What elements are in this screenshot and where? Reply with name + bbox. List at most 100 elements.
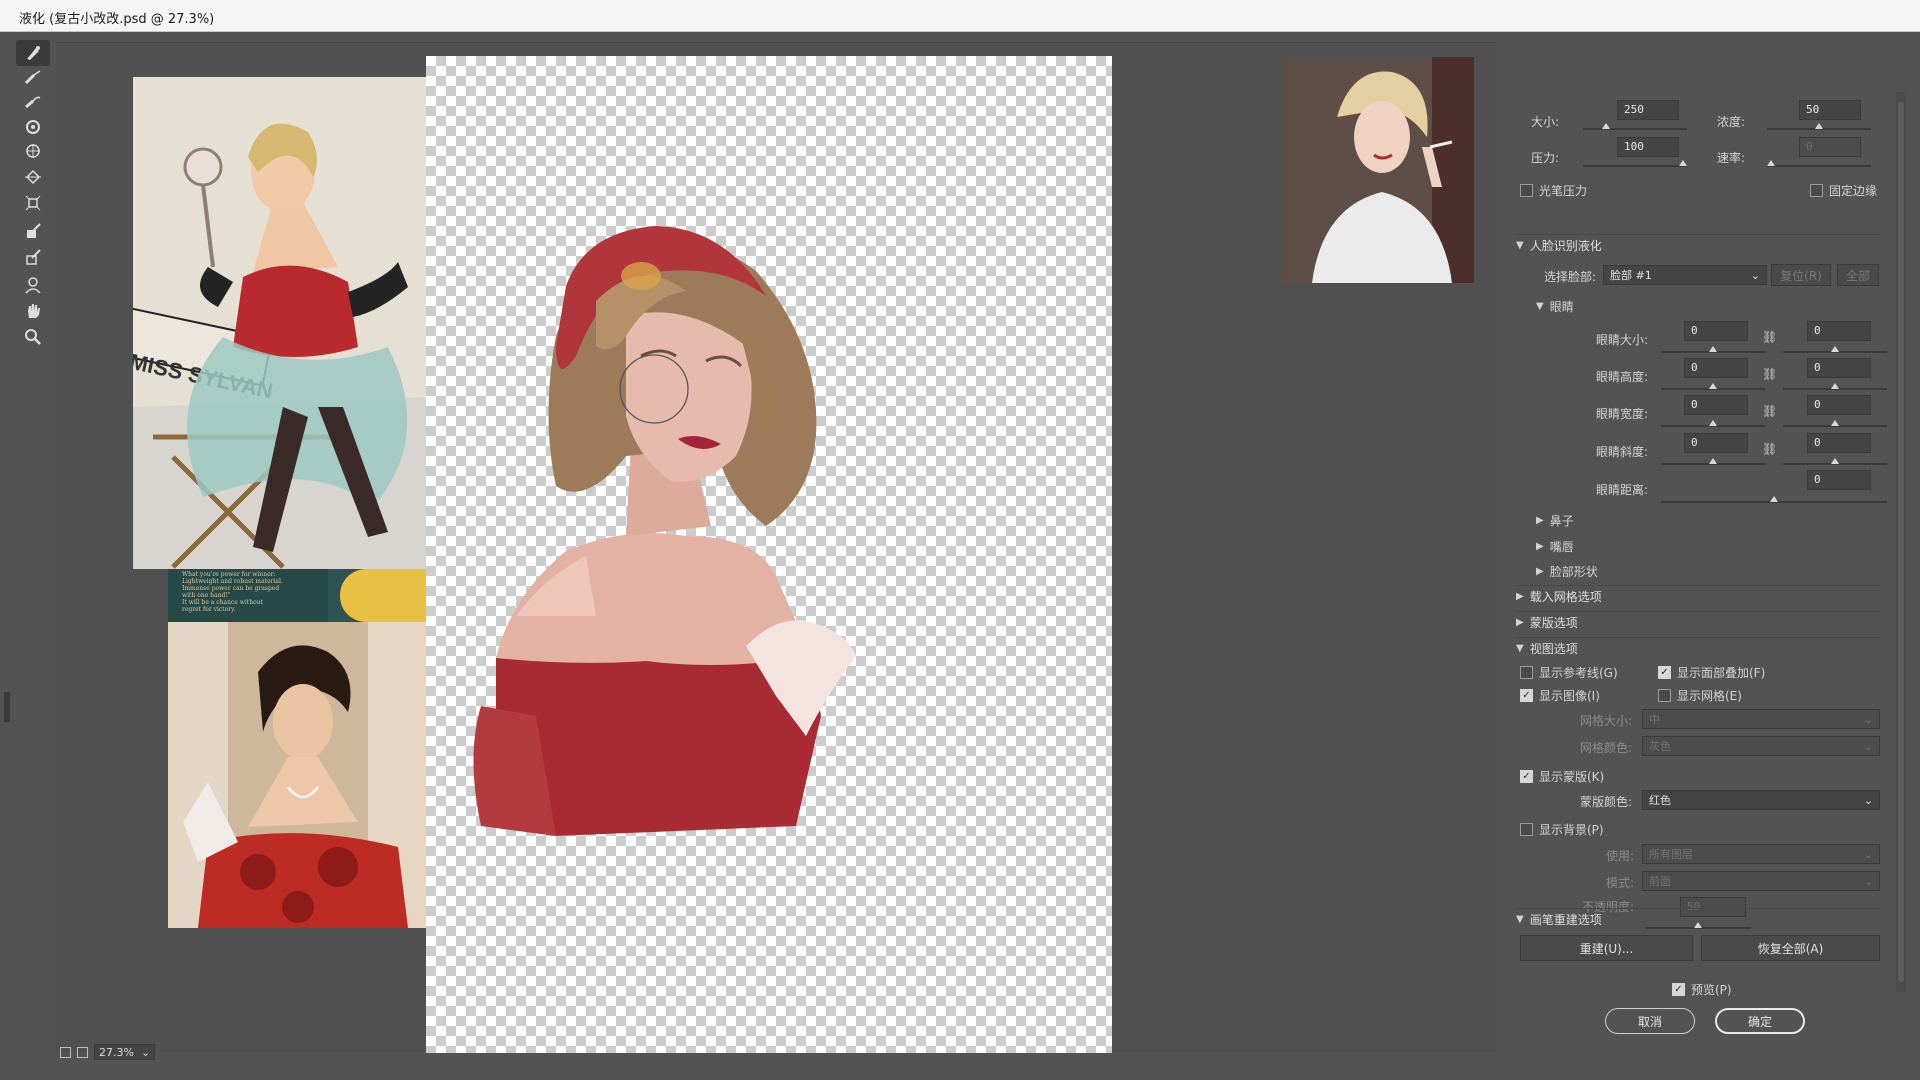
slider-thumb[interactable]: [1767, 160, 1775, 166]
brush-rate-slider[interactable]: [1767, 160, 1871, 167]
bloat-tool-icon[interactable]: [16, 164, 50, 190]
mask-color-dropdown[interactable]: 红色 ⌄: [1642, 790, 1880, 810]
load-mesh-section-header[interactable]: ▶ 载入网格选项: [1516, 585, 1880, 607]
preview-canvas-area[interactable]: MISS SYLVAN: [56, 42, 1496, 1053]
pucker-tool-icon[interactable]: [16, 138, 50, 164]
slider-thumb[interactable]: [1602, 123, 1611, 129]
twirl-tool-icon[interactable]: [16, 114, 50, 140]
eye-distance-slider[interactable]: [1661, 496, 1887, 503]
eye-size-left-slider[interactable]: [1661, 346, 1765, 353]
nose-subsection-header[interactable]: ▶ 鼻子: [1536, 512, 1574, 529]
panel-scrollbar[interactable]: [1896, 92, 1906, 992]
eye-height-left-input[interactable]: 0: [1684, 358, 1748, 378]
push-left-tool-icon[interactable]: [16, 190, 50, 216]
slider-thumb[interactable]: [1679, 160, 1687, 166]
eye-size-right-input[interactable]: 0: [1807, 321, 1871, 341]
checkbox-box[interactable]: [1520, 666, 1533, 679]
mask-section-header[interactable]: ▶ 蒙版选项: [1516, 611, 1880, 633]
show-image-checkbox[interactable]: ✓ 显示图像(I): [1520, 687, 1600, 704]
checkbox-box[interactable]: ✓: [1672, 983, 1685, 996]
zoom-out-icon[interactable]: [60, 1046, 71, 1058]
eyes-subsection-header[interactable]: ▼ 眼睛: [1536, 298, 1574, 315]
link-icon[interactable]: ⛓: [1762, 442, 1777, 456]
brush-density-input[interactable]: 50: [1799, 100, 1861, 120]
brush-size-input[interactable]: 250: [1617, 100, 1679, 120]
bg-mode-dropdown[interactable]: 前面 ⌄: [1642, 871, 1880, 891]
eye-width-left-slider[interactable]: [1661, 420, 1765, 427]
mouth-subsection-header[interactable]: ▶ 嘴唇: [1536, 538, 1574, 555]
show-background-checkbox[interactable]: 显示背景(P): [1520, 821, 1604, 838]
ok-button[interactable]: 确定: [1715, 1008, 1805, 1034]
link-icon[interactable]: ⛓: [1762, 330, 1777, 344]
show-face-overlay-checkbox[interactable]: ✓ 显示面部叠加(F): [1658, 664, 1765, 681]
brush-rate-input[interactable]: 0: [1799, 137, 1861, 157]
preview-checkbox[interactable]: ✓ 预览(P): [1672, 981, 1732, 998]
reconstruct-tool-icon[interactable]: [16, 64, 50, 90]
checkbox-box[interactable]: [1520, 823, 1533, 836]
checkbox-box[interactable]: ✓: [1658, 666, 1671, 679]
face-shape-subsection-header[interactable]: ▶ 脸部形状: [1536, 563, 1598, 580]
eye-height-left-slider[interactable]: [1661, 383, 1765, 390]
checkbox-box[interactable]: [1658, 689, 1671, 702]
checkbox-box[interactable]: ✓: [1520, 770, 1533, 783]
checkbox-box[interactable]: [1520, 184, 1533, 197]
select-face-label: 选择脸部:: [1544, 270, 1597, 284]
brush-pressure-slider[interactable]: [1583, 160, 1687, 167]
eye-tilt-left-input[interactable]: 0: [1684, 433, 1748, 453]
eye-height-right-input[interactable]: 0: [1807, 358, 1871, 378]
bg-use-dropdown[interactable]: 所有图层 ⌄: [1642, 844, 1880, 864]
triangle-right-icon: ▶: [1516, 591, 1524, 602]
triangle-down-icon: ▼: [1516, 914, 1524, 925]
show-mesh-checkbox[interactable]: 显示网格(E): [1658, 687, 1742, 704]
eye-width-right-input[interactable]: 0: [1807, 395, 1871, 415]
title-bar: 液化 (复古小改改.psd @ 27.3%): [0, 0, 1920, 32]
stylus-pressure-checkbox[interactable]: 光笔压力: [1520, 182, 1587, 199]
bg-use-label: 使用:: [1606, 849, 1635, 863]
brush-size-slider[interactable]: [1583, 123, 1687, 130]
restore-all-button[interactable]: 恢复全部(A): [1701, 935, 1880, 961]
reconstruct-section-header[interactable]: ▼ 画笔重建选项: [1516, 908, 1880, 930]
eye-tilt-right-input[interactable]: 0: [1807, 433, 1871, 453]
link-icon[interactable]: ⛓: [1762, 404, 1777, 418]
mesh-size-dropdown[interactable]: 中 ⌄: [1642, 709, 1880, 729]
face-tool-icon[interactable]: [16, 272, 50, 298]
select-face-dropdown[interactable]: 脸部 #1 ⌄: [1603, 265, 1767, 285]
eye-distance-input[interactable]: 0: [1807, 470, 1871, 490]
checkbox-box[interactable]: [1810, 184, 1823, 197]
smooth-tool-icon[interactable]: [16, 88, 50, 114]
collapse-handle[interactable]: [4, 692, 10, 722]
link-icon[interactable]: ⛓: [1762, 367, 1777, 381]
eye-tilt-left-slider[interactable]: [1661, 458, 1765, 465]
canvas-frame: MISS SYLVAN: [56, 42, 1496, 1053]
brush-pressure-input[interactable]: 100: [1617, 137, 1679, 157]
forward-warp-tool-icon[interactable]: [16, 40, 50, 66]
chevron-down-icon: ⌄: [1863, 739, 1873, 753]
reconstruct-button[interactable]: 重建(U)...: [1520, 935, 1693, 961]
show-mask-checkbox[interactable]: ✓ 显示蒙版(K): [1520, 768, 1604, 785]
pin-edges-checkbox[interactable]: 固定边缘: [1810, 182, 1877, 199]
eye-size-right-slider[interactable]: [1783, 346, 1887, 353]
eye-height-right-slider[interactable]: [1783, 383, 1887, 390]
face-all-button[interactable]: 全部: [1837, 264, 1879, 286]
eye-tilt-right-slider[interactable]: [1783, 458, 1887, 465]
checkbox-box[interactable]: ✓: [1520, 689, 1533, 702]
hand-tool-icon[interactable]: [16, 298, 50, 324]
eye-width-left-input[interactable]: 0: [1684, 395, 1748, 415]
scrollbar-thumb[interactable]: [1898, 102, 1904, 982]
slider-thumb[interactable]: [1815, 123, 1823, 129]
freeze-mask-tool-icon[interactable]: [16, 218, 50, 244]
view-options-section-header[interactable]: ▼ 视图选项: [1516, 637, 1880, 659]
zoom-in-icon[interactable]: [77, 1046, 88, 1058]
zoom-level-select[interactable]: 27.3% ⌄: [94, 1044, 156, 1060]
cancel-button[interactable]: 取消: [1605, 1008, 1695, 1034]
thaw-mask-tool-icon[interactable]: [16, 244, 50, 270]
brush-density-slider[interactable]: [1767, 123, 1871, 130]
face-aware-section-header[interactable]: ▼ 人脸识别液化: [1516, 234, 1880, 256]
show-guides-checkbox[interactable]: 显示参考线(G): [1520, 664, 1618, 681]
eye-width-right-slider[interactable]: [1783, 420, 1887, 427]
mesh-color-dropdown[interactable]: 灰色 ⌄: [1642, 736, 1880, 756]
face-reset-button[interactable]: 复位(R): [1771, 264, 1831, 286]
zoom-tool-icon[interactable]: [16, 324, 50, 350]
eye-size-left-input[interactable]: 0: [1684, 321, 1748, 341]
document-canvas[interactable]: [426, 56, 1112, 1053]
